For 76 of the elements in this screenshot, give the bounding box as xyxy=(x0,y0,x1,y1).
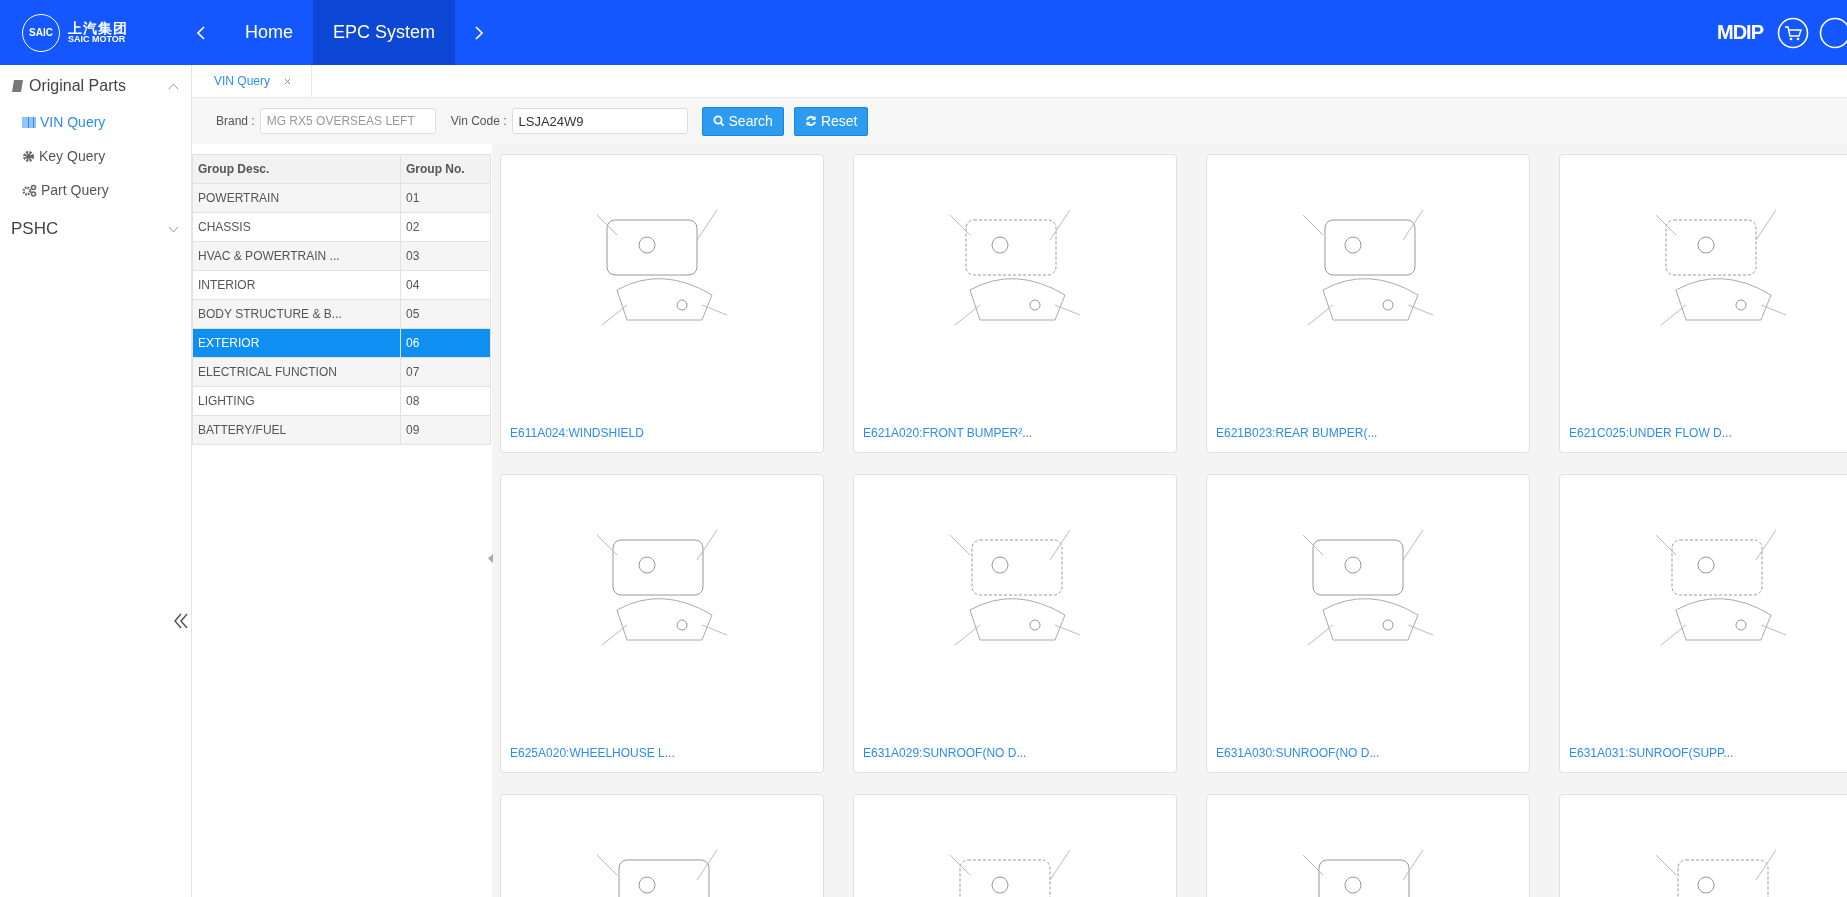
group-row[interactable]: BODY STRUCTURE & B... 05 xyxy=(192,299,491,329)
diagram-card[interactable]: E621B023:REAR BUMPER(... xyxy=(1206,154,1530,453)
diagram-caption[interactable]: E611A024:WINDSHIELD xyxy=(510,426,644,440)
group-row[interactable]: LIGHTING 08 xyxy=(192,386,491,416)
diagram-caption[interactable]: E631A031:SUNROOF(SUPP... xyxy=(1569,746,1734,760)
table-cell: 06 xyxy=(400,328,491,358)
nav-tab[interactable]: EPC System xyxy=(313,0,456,65)
diagram-card[interactable]: E631A031:SUNROOF(SUPP... xyxy=(1559,474,1847,773)
diagram-caption[interactable]: E621B023:REAR BUMPER(... xyxy=(1216,426,1378,440)
diagram-caption[interactable]: E621A020:FRONT BUMPER²... xyxy=(863,426,1033,440)
refresh-icon xyxy=(804,115,817,127)
diagram-card[interactable]: E621C025:UNDER FLOW D... xyxy=(1559,154,1847,453)
group-row[interactable]: HVAC & POWERTRAIN ... 03 xyxy=(192,241,491,271)
table-cell: BODY STRUCTURE & B... xyxy=(192,299,401,329)
sidebar-group[interactable]: PSHC xyxy=(0,207,191,249)
table-cell: 04 xyxy=(400,270,491,300)
table-cell: POWERTRAIN xyxy=(192,183,401,213)
search-icon xyxy=(712,115,725,127)
barcode-icon xyxy=(22,116,36,128)
sidebar-group[interactable]: Original Parts xyxy=(0,65,191,105)
brand-logo-text: MDIP xyxy=(1717,21,1763,44)
sidebar-item[interactable]: Part Query xyxy=(0,173,191,207)
chevron-down-icon xyxy=(168,225,179,233)
diagram-card[interactable]: E625A020:WHEELHOUSE L... xyxy=(500,474,824,773)
cart-icon[interactable] xyxy=(1777,16,1809,49)
table-cell: 03 xyxy=(400,241,491,271)
sidebar-group-label: Original Parts xyxy=(29,77,127,95)
table-cell: EXTERIOR xyxy=(192,328,401,358)
sidebar-group-label: PSHC xyxy=(11,219,60,239)
table-cell: 07 xyxy=(400,357,491,387)
diagram-caption[interactable]: E621C025:UNDER FLOW D... xyxy=(1569,426,1732,440)
logo-chinese-text: 上汽集团 xyxy=(68,21,128,35)
diagram-caption[interactable]: E625A020:WHEELHOUSE L... xyxy=(510,746,675,760)
table-cell: 08 xyxy=(400,386,491,416)
book-icon xyxy=(11,79,24,93)
chevron-right-icon[interactable] xyxy=(475,25,484,40)
close-icon[interactable] xyxy=(284,77,291,85)
table-cell: CHASSIS xyxy=(192,212,401,242)
table-cell: 09 xyxy=(400,415,491,445)
sidebar-item[interactable]: Key Query xyxy=(0,139,191,173)
table-cell: HVAC & POWERTRAIN ... xyxy=(192,241,401,271)
search-button[interactable]: Search xyxy=(701,106,784,136)
group-row[interactable]: EXTERIOR 06 xyxy=(192,328,491,358)
nav-tab[interactable]: Home xyxy=(225,0,313,65)
table-cell: 05 xyxy=(400,299,491,329)
group-row[interactable]: INTERIOR 04 xyxy=(192,270,491,300)
gear-icon xyxy=(22,149,35,163)
chevron-left-icon[interactable] xyxy=(197,25,205,40)
brand-field[interactable]: MG RX5 OVERSEAS LEFT xyxy=(259,108,436,134)
vin-code-field[interactable]: LSJA24W9 xyxy=(511,108,688,134)
column-header: Group No. xyxy=(400,154,491,184)
table-cell: LIGHTING xyxy=(192,386,401,416)
table-cell: ELECTRICAL FUNCTION xyxy=(192,357,401,387)
group-row[interactable]: ELECTRICAL FUNCTION 07 xyxy=(192,357,491,387)
brand-label: Brand : xyxy=(216,114,255,128)
group-row[interactable]: POWERTRAIN 01 xyxy=(192,183,491,213)
sidebar-item[interactable]: VIN Query xyxy=(0,105,191,139)
diagram-card[interactable]: E631A030:SUNROOF(NO D... xyxy=(1206,474,1530,773)
diagram-card[interactable]: E611A024:WINDSHIELD xyxy=(500,154,824,453)
diagram-caption[interactable]: E631A030:SUNROOF(NO D... xyxy=(1216,746,1380,760)
column-header: Group Desc. xyxy=(192,154,401,184)
collapse-sidebar-icon[interactable] xyxy=(174,613,188,629)
group-row[interactable]: CHASSIS 02 xyxy=(192,212,491,242)
gears-icon xyxy=(22,183,37,197)
logo-english-text: SAIC MOTOR xyxy=(68,35,127,44)
diagram-card[interactable]: E621A020:FRONT BUMPER²... xyxy=(853,154,1177,453)
vin-code-label: Vin Code : xyxy=(450,114,507,128)
diagram-card[interactable]: E631A029:SUNROOF(NO D... xyxy=(853,474,1177,773)
chevron-up-icon xyxy=(168,82,179,90)
reset-button[interactable]: Reset xyxy=(793,106,869,136)
diagram-caption[interactable]: E631A029:SUNROOF(NO D... xyxy=(863,746,1027,760)
table-cell: BATTERY/FUEL xyxy=(192,415,401,445)
table-cell: 01 xyxy=(400,183,491,213)
group-row[interactable]: BATTERY/FUEL 09 xyxy=(192,415,491,445)
table-cell: INTERIOR xyxy=(192,270,401,300)
table-cell: 02 xyxy=(400,212,491,242)
